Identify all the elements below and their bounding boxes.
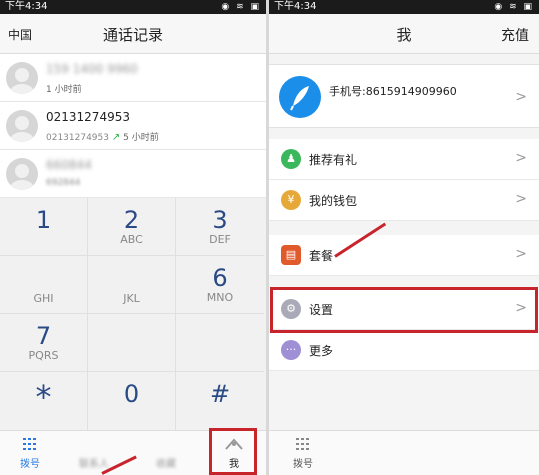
- status-time: 下午4:34: [5, 1, 48, 12]
- call-number: 02131274953: [46, 110, 130, 124]
- key-letters: DEF: [209, 233, 231, 246]
- dial-keypad: 1 2 ABC 3 DEF GHI JKL 6 MNO 7 PQRS * 0 #: [0, 198, 266, 430]
- wallet-icon: ¥: [281, 190, 301, 210]
- key-3[interactable]: 3 DEF: [176, 198, 264, 256]
- call-time: 1 小时前: [46, 85, 82, 95]
- call-log-header: 中国 通话记录: [0, 14, 266, 54]
- menu-item-referral[interactable]: ♟ 推荐有礼 >: [269, 139, 539, 180]
- call-number: 159 1400 9960: [46, 62, 138, 76]
- chevron-right-icon: >: [515, 150, 527, 166]
- key-letters: PQRS: [28, 349, 59, 362]
- key-hash[interactable]: #: [176, 372, 264, 430]
- chevron-right-icon: >: [515, 191, 527, 207]
- avatar: [6, 158, 38, 190]
- key-digit: #: [209, 380, 231, 408]
- key-digit: 6: [212, 264, 228, 292]
- key-digit: 3: [212, 206, 228, 234]
- call-sub-number: 02131274953: [46, 133, 109, 143]
- call-log-row[interactable]: 159 1400 9960 1 小时前: [0, 54, 266, 102]
- page-title: 通话记录: [102, 26, 163, 44]
- avatar: [6, 110, 38, 142]
- menu-item-label: 更多: [309, 344, 334, 358]
- key-0[interactable]: 0: [88, 372, 176, 430]
- key-letters: JKL: [123, 292, 140, 305]
- key-digit: 2: [123, 206, 140, 234]
- outgoing-arrow-icon: ↗: [111, 132, 121, 143]
- key-6[interactable]: 6 MNO: [176, 256, 264, 314]
- dialpad-icon: [8, 437, 52, 453]
- call-number: 660844: [46, 158, 92, 172]
- tab-contacts[interactable]: 联系人: [72, 437, 116, 470]
- key-4[interactable]: GHI: [0, 256, 88, 314]
- tab-label: 收藏: [156, 459, 176, 470]
- key-2[interactable]: 2 ABC: [88, 198, 176, 256]
- call-log-row[interactable]: 02131274953 02131274953 ↗ 5 小时前: [0, 102, 266, 150]
- tab-dial[interactable]: 拨号: [8, 437, 52, 470]
- key-letters: GHI: [33, 292, 54, 305]
- tab-label: 拨号: [293, 459, 313, 470]
- gift-person-icon: ♟: [281, 149, 301, 169]
- dialpad-icon: [281, 437, 325, 453]
- menu-item-label: 套餐: [309, 249, 334, 263]
- key-letters: MNO: [206, 291, 234, 304]
- highlight-box-me-tab: [209, 428, 257, 475]
- menu-item-wallet[interactable]: ¥ 我的钱包 >: [269, 180, 539, 221]
- key-letters: ABC: [120, 233, 143, 246]
- phone-number-label: 手机号:8615914909960: [329, 85, 457, 98]
- call-log-screen: 下午4:34 ◉ ≋ ▣ 中国 通话记录 159 1400 9960 1 小时前…: [0, 0, 266, 475]
- profile-card[interactable]: 手机号:8615914909960 >: [269, 64, 539, 128]
- status-bar: 下午4:34 ◉ ≋ ▣: [0, 0, 266, 14]
- status-time: 下午4:34: [274, 1, 317, 12]
- call-detail: 02131274953 ↗ 5 小时前: [46, 130, 159, 143]
- tab-label: 拨号: [20, 459, 40, 470]
- key-5[interactable]: JKL: [88, 256, 176, 314]
- call-log-row[interactable]: 660844 692844: [0, 150, 266, 198]
- key-8[interactable]: [88, 314, 176, 372]
- feather-avatar-icon: [279, 76, 321, 118]
- avatar: [6, 62, 38, 94]
- chevron-right-icon: >: [515, 246, 527, 262]
- call-time: 5 小时前: [123, 133, 159, 143]
- status-icons: ◉ ≋ ▣: [494, 2, 534, 12]
- bottom-tab-bar: 拨号: [269, 430, 539, 475]
- key-9[interactable]: [176, 314, 264, 372]
- highlight-box-settings: [270, 287, 538, 333]
- status-bar: 下午4:34 ◉ ≋ ▣: [269, 0, 539, 14]
- recharge-button[interactable]: 充值: [501, 25, 529, 45]
- key-digit: *: [35, 378, 52, 416]
- key-digit: 0: [123, 380, 140, 408]
- key-star[interactable]: *: [0, 372, 88, 430]
- key-1[interactable]: 1: [0, 198, 88, 256]
- menu-item-package[interactable]: ▤ 套餐 >: [269, 235, 539, 276]
- key-digit: 1: [35, 206, 52, 234]
- call-sub-number: 692844: [46, 178, 81, 188]
- status-icons: ◉ ≋ ▣: [221, 2, 261, 12]
- package-icon: ▤: [281, 245, 301, 265]
- tab-dial[interactable]: 拨号: [281, 437, 325, 470]
- menu-item-label: 推荐有礼: [309, 153, 358, 167]
- page-title: 我: [396, 26, 412, 44]
- me-header: 我 充值: [269, 14, 539, 54]
- me-screen: 下午4:34 ◉ ≋ ▣ 我 充值 手机号:8615914909960 > ♟ …: [269, 0, 539, 475]
- key-digit: 7: [35, 322, 52, 350]
- call-detail: 692844: [46, 178, 80, 188]
- menu-item-more[interactable]: ··· 更多: [269, 330, 539, 371]
- key-7[interactable]: 7 PQRS: [0, 314, 88, 372]
- tab-favorites[interactable]: 收藏: [144, 437, 188, 470]
- chevron-right-icon: >: [515, 89, 527, 105]
- menu-item-label: 我的钱包: [309, 194, 358, 208]
- more-icon: ···: [281, 340, 301, 360]
- call-detail: 1 小时前: [46, 82, 82, 95]
